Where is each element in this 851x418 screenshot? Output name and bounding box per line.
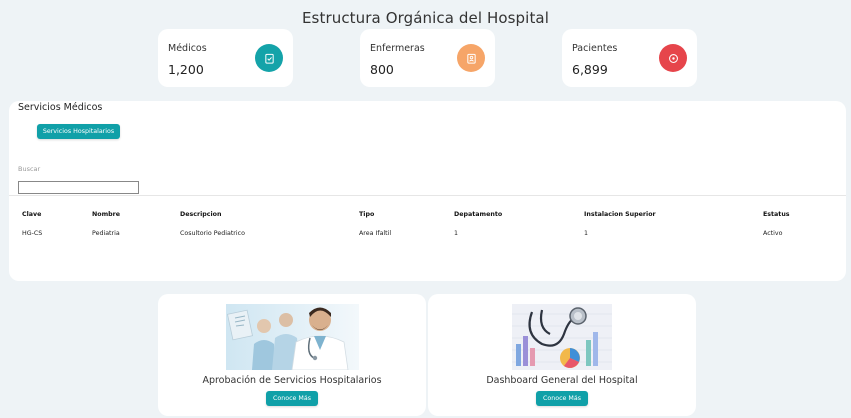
cell-depatamento: 1 <box>454 230 459 237</box>
cell-descripcion: Cosultorio Pediatrico <box>180 230 245 237</box>
page-title: Estructura Orgánica del Hospital <box>301 9 549 27</box>
column-header-instalacion[interactable]: Instalacion Superior <box>584 211 656 218</box>
column-header-depatamento[interactable]: Depatamento <box>454 211 502 218</box>
column-header-descripcion[interactable]: Descripcion <box>180 211 221 218</box>
stat-value: 1,200 <box>168 62 204 77</box>
conoce-mas-button[interactable]: Conoce Más <box>536 391 588 406</box>
card-title: Dashboard General del Hospital <box>486 375 638 386</box>
stat-label: Enfermeras <box>370 43 425 54</box>
services-title: Servicios Médicos <box>18 102 103 113</box>
stat-value: 6,899 <box>572 62 608 77</box>
services-panel: Servicios Médicos Servicios Hospitalario… <box>9 101 846 281</box>
card-aprobacion-servicios: Aprobación de Servicios Hospitalarios Co… <box>158 294 426 416</box>
cell-tipo: Area Ifaltil <box>359 230 392 237</box>
stat-value: 800 <box>370 62 394 77</box>
cell-instalacion: 1 <box>584 230 589 237</box>
stat-card-enfermeras: Enfermeras 800 <box>360 29 495 87</box>
target-icon <box>659 44 687 72</box>
cell-estatus: Activo <box>763 230 783 237</box>
cell-nombre: Pediatria <box>92 230 120 237</box>
search-input[interactable] <box>18 181 139 194</box>
stat-label: Pacientes <box>572 43 618 54</box>
stat-label: Médicos <box>168 43 207 54</box>
stat-card-medicos: Médicos 1,200 <box>158 29 293 87</box>
stat-card-pacientes: Pacientes 6,899 <box>562 29 697 87</box>
search-label: Buscar <box>18 165 41 173</box>
servicios-hospitalarios-button[interactable]: Servicios Hospitalarios <box>37 124 120 139</box>
conoce-mas-button[interactable]: Conoce Más <box>266 391 318 406</box>
stethoscope-charts-illustration <box>512 304 612 370</box>
column-header-tipo[interactable]: Tipo <box>359 211 374 218</box>
card-title: Aprobación de Servicios Hospitalarios <box>202 375 382 386</box>
column-header-nombre[interactable]: Nombre <box>92 211 120 218</box>
clipboard-check-icon <box>255 44 283 72</box>
cell-clave: HG-CS <box>22 230 43 237</box>
id-badge-icon <box>457 44 485 72</box>
divider <box>9 195 846 196</box>
column-header-clave[interactable]: Clave <box>22 211 41 218</box>
card-dashboard-general: Dashboard General del Hospital Conoce Má… <box>428 294 696 416</box>
doctors-illustration <box>226 304 359 370</box>
column-header-estatus[interactable]: Estatus <box>763 211 790 218</box>
